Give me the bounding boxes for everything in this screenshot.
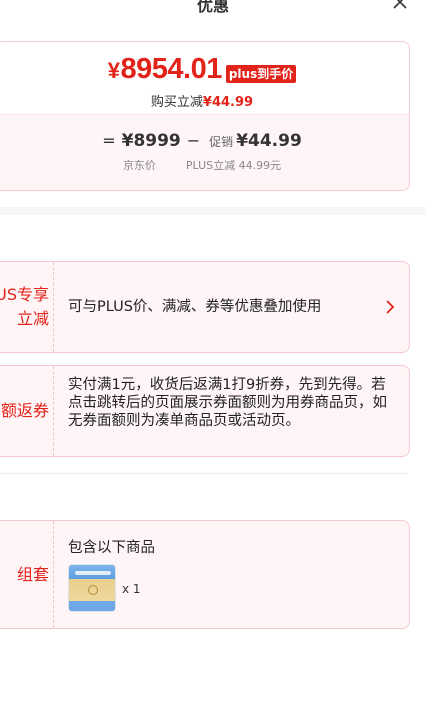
product-quantity: x 1 — [122, 582, 141, 596]
plus-discount-label: PLUS立减 44.99元 — [185, 159, 282, 172]
jd-price-label: 京东价 — [122, 159, 156, 172]
promo-card-bundle: 组套 包含以下商品 x 1 — [0, 520, 410, 629]
save-prefix: 购买立减 — [150, 95, 203, 110]
thumbnail-footer — [69, 601, 115, 611]
section-divider-thin — [0, 473, 408, 474]
promo-description: 可与PLUS价、满减、券等优惠叠加使用 — [68, 299, 322, 315]
page-title: 优惠 — [196, 0, 229, 15]
minus-sign: − — [186, 131, 201, 150]
final-price-value: 8954.01 — [120, 53, 223, 85]
promo-description: 包含以下商品 — [68, 540, 155, 556]
price-breakdown: = ¥8999 − 促销 ¥44.99 京东价 PLUS立减 44.99元 — [0, 114, 409, 190]
promo-word: 促销 — [209, 135, 234, 149]
chevron-right-icon[interactable] — [385, 300, 395, 314]
final-price-line: ¥8954.01 plus到手价 — [0, 51, 409, 89]
jd-price: ¥8999 — [121, 131, 181, 151]
thumbnail-band — [75, 571, 111, 575]
currency-symbol: ¥ — [107, 58, 120, 83]
save-amount: ¥44.99 — [202, 95, 254, 110]
price-card: ¥8954.01 plus到手价 购买立减¥44.99 = ¥8999 − 促销… — [0, 41, 410, 191]
promo-card-plus[interactable]: US专享 立减 可与PLUS价、满减、券等优惠叠加使用 — [0, 261, 410, 353]
plus-price-badge: plus到手价 — [225, 65, 297, 83]
section-divider — [0, 207, 426, 215]
price-formula: = ¥8999 − 促销 ¥44.99 — [0, 131, 409, 151]
equals-sign: = — [102, 131, 116, 150]
final-price: ¥8954.01 — [107, 51, 223, 89]
promo-amount: ¥44.99 — [236, 131, 302, 151]
product-thumbnail[interactable] — [68, 564, 116, 612]
price-summary: ¥8954.01 plus到手价 购买立减¥44.99 — [0, 42, 409, 114]
promo-label: 额返券 — [0, 366, 54, 456]
promo-label: US专享 立减 — [0, 262, 54, 352]
save-line: 购买立减¥44.99 — [0, 91, 409, 110]
close-icon[interactable] — [392, 0, 408, 10]
promo-card-coupon: 额返券 实付满1元，收货后返满1打9折券，先到先得。若点击跳转后的页面展示券面额… — [0, 365, 410, 457]
promo-description: 实付满1元，收货后返满1打9折券，先到先得。若点击跳转后的页面展示券面额则为用券… — [68, 377, 387, 429]
formula-labels: 京东价 PLUS立减 44.99元 — [0, 157, 409, 173]
promo-label: 组套 — [0, 521, 54, 628]
thumbnail-seal — [88, 585, 98, 595]
